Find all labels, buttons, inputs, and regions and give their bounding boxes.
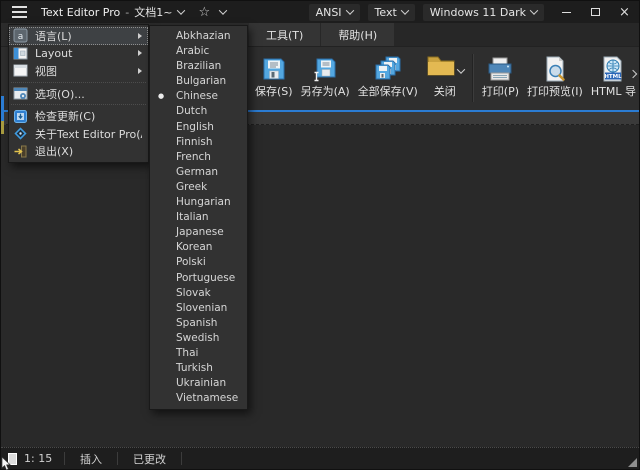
language-item[interactable]: Vietnamese <box>150 391 247 406</box>
language-item[interactable]: Ukrainian <box>150 376 247 391</box>
exit-icon <box>13 144 28 159</box>
options-icon <box>13 86 28 101</box>
save-icon <box>261 52 287 82</box>
document-chevron-down-icon[interactable] <box>177 6 185 14</box>
caret-position: 1: 15 <box>24 452 64 465</box>
language-item[interactable]: Slovenian <box>150 301 247 316</box>
close-icon: × <box>619 5 630 20</box>
minimize-icon <box>562 12 571 13</box>
save-as-icon <box>312 52 338 82</box>
toolbar-separator <box>472 54 474 102</box>
minimize-button[interactable] <box>552 1 581 23</box>
statusbar-separator <box>181 452 182 465</box>
modified-indicator: 已更改 <box>118 451 181 467</box>
insert-mode-indicator[interactable]: 插入 <box>65 451 117 467</box>
language-item[interactable]: Portuguese <box>150 271 247 286</box>
chevron-down-icon <box>530 6 538 14</box>
about-icon <box>13 126 28 141</box>
language-item[interactable]: Swedish <box>150 331 247 346</box>
language-item[interactable]: Slovak <box>150 286 247 301</box>
save-all-button[interactable]: 全部保存(V) <box>354 50 422 101</box>
tabbar-filler <box>395 23 639 46</box>
html-export-icon: HTML <box>600 52 626 82</box>
hamburger-menu-icon[interactable] <box>12 11 27 13</box>
menu-separator <box>11 82 146 83</box>
language-item-selected[interactable]: ●Chinese <box>150 89 247 104</box>
chevron-down-icon <box>401 6 409 14</box>
language-item[interactable]: Abkhazian <box>150 29 247 44</box>
language-item[interactable]: English <box>150 120 247 135</box>
svg-text:HTML: HTML <box>605 74 623 80</box>
language-item[interactable]: Turkish <box>150 361 247 376</box>
app-menu: a 语言(L) Layout 视图 选项(O)... 检查更新(C) 关于Tex… <box>8 24 149 163</box>
language-item[interactable]: Polski <box>150 255 247 270</box>
filetype-selector[interactable]: Text <box>368 4 415 21</box>
editor-area[interactable] <box>1 125 639 447</box>
gutter-change-mark-yellow <box>1 121 4 134</box>
submenu-arrow-icon <box>138 68 142 74</box>
print-button[interactable]: 打印(P) <box>478 50 523 101</box>
resize-grip[interactable] <box>628 458 637 467</box>
menu-item-check-updates[interactable]: 检查更新(C) <box>9 107 148 125</box>
language-item[interactable]: Dutch <box>150 104 247 119</box>
language-item[interactable]: Hungarian <box>150 195 247 210</box>
title-separator: - <box>125 6 129 19</box>
app-window: Text Editor Pro - 文档1~ ☆ ANSI Text Windo… <box>0 0 640 470</box>
menu-item-exit[interactable]: 退出(X) <box>9 143 148 161</box>
view-icon <box>13 63 28 78</box>
encoding-selector[interactable]: ANSI <box>309 4 360 21</box>
language-item[interactable]: Brazilian <box>150 59 247 74</box>
language-item[interactable]: Thai <box>150 346 247 361</box>
statusbar: 1: 15 插入 已更改 <box>1 447 639 469</box>
language-item[interactable]: Italian <box>150 210 247 225</box>
chevron-down-icon <box>345 6 353 14</box>
app-title: Text Editor Pro <box>41 6 120 19</box>
layout-icon <box>13 46 28 61</box>
mouse-cursor <box>1 456 11 470</box>
language-item[interactable]: Korean <box>150 240 247 255</box>
titlebar: Text Editor Pro - 文档1~ ☆ ANSI Text Windo… <box>1 1 639 23</box>
check-update-icon <box>13 109 28 124</box>
save-button[interactable]: 保存(S) <box>251 50 297 101</box>
menu-item-language[interactable]: a 语言(L) <box>9 27 148 45</box>
language-item[interactable]: French <box>150 150 247 165</box>
svg-text:a: a <box>18 32 24 42</box>
language-item[interactable]: Finnish <box>150 135 247 150</box>
language-item[interactable]: Spanish <box>150 316 247 331</box>
gutter-change-mark-blue <box>1 96 4 121</box>
theme-selector[interactable]: Windows 11 Dark <box>423 4 544 21</box>
maximize-icon <box>591 8 600 16</box>
menu-item-layout[interactable]: Layout <box>9 45 148 63</box>
submenu-arrow-icon <box>138 50 142 56</box>
document-name[interactable]: 文档1~ <box>134 4 172 20</box>
favorite-star-icon[interactable]: ☆ <box>198 5 210 20</box>
language-submenu: Abkhazian Arabic Brazilian Bulgarian ●Ch… <box>149 25 248 410</box>
print-preview-icon <box>542 52 568 82</box>
titlebar-right: ANSI Text Windows 11 Dark × <box>309 1 639 23</box>
save-as-button[interactable]: 另存为(A) <box>297 50 354 101</box>
submenu-arrow-icon <box>138 33 142 39</box>
menu-item-about[interactable]: 关于Text Editor Pro(A) <box>9 125 148 143</box>
close-button[interactable]: × <box>610 1 639 23</box>
language-item[interactable]: Greek <box>150 180 247 195</box>
language-item[interactable]: German <box>150 165 247 180</box>
menu-item-options[interactable]: 选项(O)... <box>9 85 148 103</box>
print-preview-button[interactable]: 打印预览(I) <box>523 50 587 101</box>
close-dropdown-chevron-icon[interactable] <box>457 65 465 73</box>
language-icon: a <box>13 28 28 43</box>
print-icon <box>486 52 514 82</box>
tab-help[interactable]: 帮助(H) <box>321 23 395 46</box>
selected-radio-icon: ● <box>158 89 164 104</box>
menu-separator <box>11 104 146 105</box>
close-folder-icon <box>426 54 456 82</box>
language-item[interactable]: Bulgarian <box>150 74 247 89</box>
language-item[interactable]: Japanese <box>150 225 247 240</box>
save-all-icon <box>374 52 402 82</box>
close-document-button[interactable]: 关闭 <box>422 50 468 101</box>
favorites-chevron-down-icon[interactable] <box>219 6 227 14</box>
menu-item-view[interactable]: 视图 <box>9 62 148 80</box>
language-item[interactable]: Arabic <box>150 44 247 59</box>
maximize-button[interactable] <box>581 1 610 23</box>
tab-tools[interactable]: 工具(T) <box>249 23 321 46</box>
